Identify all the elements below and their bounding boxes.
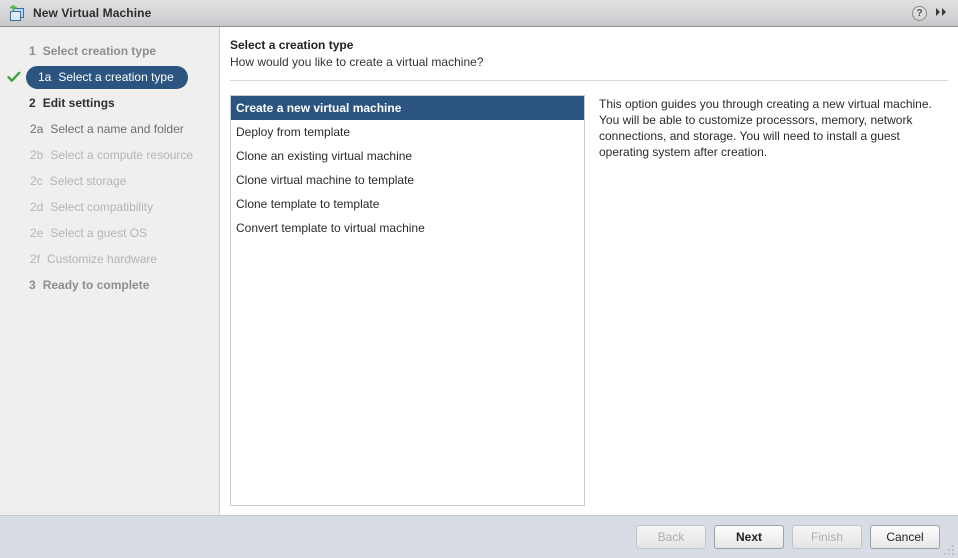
expand-chevrons-icon[interactable] bbox=[935, 7, 949, 19]
creation-type-listbox[interactable]: Create a new virtual machine Deploy from… bbox=[230, 95, 585, 506]
help-icon[interactable]: ? bbox=[912, 5, 927, 21]
list-item-convert-template-to-virtual-machine[interactable]: Convert template to virtual machine bbox=[231, 216, 584, 240]
finish-button[interactable]: Finish bbox=[792, 525, 862, 549]
sidebar-item-number: 2a bbox=[30, 122, 44, 136]
header-divider bbox=[230, 80, 948, 81]
sidebar-item-label: Select a name and folder bbox=[50, 122, 184, 136]
sidebar-item-number: 3 bbox=[29, 278, 36, 292]
page-subtitle: How would you like to create a virtual m… bbox=[230, 55, 484, 69]
sidebar-item-2a-select-a-name-and-folder[interactable]: 2a Select a name and folder bbox=[0, 116, 219, 142]
sidebar-item-label: Select a creation type bbox=[58, 70, 174, 84]
new-virtual-machine-icon bbox=[7, 4, 25, 22]
wizard-step-sidebar: 1 Select creation type 1a Select a creat… bbox=[0, 27, 220, 515]
sidebar-item-number: 2b bbox=[30, 148, 44, 162]
cancel-button[interactable]: Cancel bbox=[870, 525, 940, 549]
titlebar-actions: ? bbox=[912, 5, 952, 21]
dialog-footer: Back Next Finish Cancel bbox=[0, 515, 958, 558]
sidebar-item-2f-customize-hardware: 2f Customize hardware bbox=[0, 246, 219, 272]
sidebar-item-number: 1 bbox=[29, 44, 36, 58]
sidebar-item-label: Select creation type bbox=[42, 44, 157, 58]
list-item-clone-virtual-machine-to-template[interactable]: Clone virtual machine to template bbox=[231, 168, 584, 192]
sidebar-item-label: Select storage bbox=[49, 174, 127, 188]
next-button[interactable]: Next bbox=[714, 525, 784, 549]
back-button[interactable]: Back bbox=[636, 525, 706, 549]
resize-grip[interactable] bbox=[943, 543, 955, 555]
sidebar-item-2d-select-compatibility: 2d Select compatibility bbox=[0, 194, 219, 220]
creation-type-description: This option guides you through creating … bbox=[599, 97, 932, 159]
sidebar-item-number: 2f bbox=[30, 252, 41, 266]
list-item-clone-template-to-template[interactable]: Clone template to template bbox=[231, 192, 584, 216]
sidebar-item-number: 2 bbox=[29, 96, 36, 110]
list-item-create-a-new-virtual-machine[interactable]: Create a new virtual machine bbox=[231, 96, 584, 120]
dialog-title: New Virtual Machine bbox=[33, 6, 152, 20]
sidebar-item-2e-select-a-guest-os: 2e Select a guest OS bbox=[0, 220, 219, 246]
sidebar-active-pill: 1a Select a creation type bbox=[26, 65, 188, 89]
sidebar-item-label: Select a compute resource bbox=[50, 148, 194, 162]
check-icon bbox=[7, 70, 21, 84]
sidebar-item-1a-select-a-creation-type[interactable]: 1a Select a creation type bbox=[0, 64, 219, 90]
wizard-content-pane: Select a creation type How would you lik… bbox=[220, 27, 958, 515]
sidebar-item-number: 2e bbox=[30, 226, 44, 240]
sidebar-item-label: Customize hardware bbox=[47, 252, 158, 266]
sidebar-item-2b-select-a-compute-resource: 2b Select a compute resource bbox=[0, 142, 219, 168]
list-item-clone-an-existing-virtual-machine[interactable]: Clone an existing virtual machine bbox=[231, 144, 584, 168]
sidebar-item-2c-select-storage: 2c Select storage bbox=[0, 168, 219, 194]
sidebar-item-label: Ready to complete bbox=[42, 278, 150, 292]
sidebar-item-number: 2c bbox=[30, 174, 43, 188]
sidebar-item-number: 1a bbox=[38, 70, 52, 84]
sidebar-item-number: 2d bbox=[30, 200, 44, 214]
creation-type-panes: Create a new virtual machine Deploy from… bbox=[230, 95, 948, 515]
sidebar-item-select-creation-type[interactable]: 1 Select creation type bbox=[0, 38, 219, 64]
sidebar-item-edit-settings[interactable]: 2 Edit settings bbox=[0, 90, 219, 116]
sidebar-item-label: Select a guest OS bbox=[50, 226, 148, 240]
sidebar-item-label: Select compatibility bbox=[50, 200, 154, 214]
list-item-deploy-from-template[interactable]: Deploy from template bbox=[231, 120, 584, 144]
sidebar-item-ready-to-complete: 3 Ready to complete bbox=[0, 272, 219, 298]
new-virtual-machine-dialog: New Virtual Machine ? 1 Select creation … bbox=[0, 0, 958, 558]
page-title: Select a creation type bbox=[230, 38, 354, 52]
dialog-titlebar: New Virtual Machine ? bbox=[0, 0, 958, 27]
dialog-body: 1 Select creation type 1a Select a creat… bbox=[0, 27, 958, 515]
sidebar-item-label: Edit settings bbox=[42, 96, 115, 110]
